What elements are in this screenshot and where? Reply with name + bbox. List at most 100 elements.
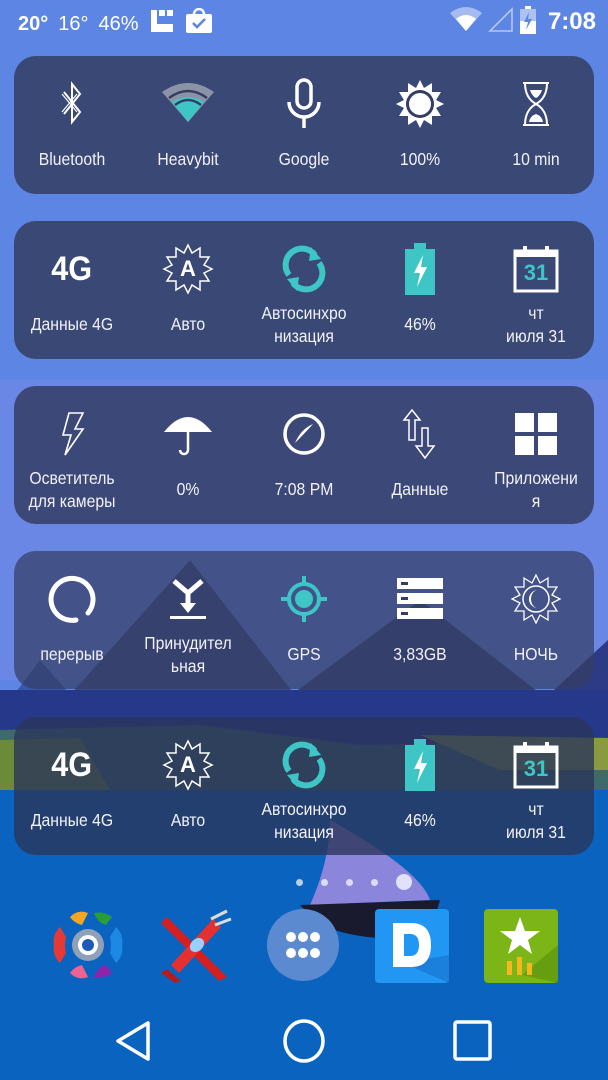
tile-gps[interactable]: GPS — [246, 551, 362, 689]
tile-label: Данные — [391, 479, 449, 499]
auto-brightness-icon: A — [158, 739, 218, 791]
launcher-notification-icon — [149, 8, 175, 40]
tile-label: 7:08 PM — [274, 479, 334, 499]
page-dot[interactable] — [321, 878, 328, 886]
tile-battery[interactable]: 46% — [362, 717, 478, 855]
tile-flashlight[interactable]: Осветитель для камеры — [14, 386, 130, 524]
tile-precipitation[interactable]: 0% — [130, 386, 246, 524]
tile-label: Осветитель для камеры — [28, 468, 116, 511]
tile-mobile-data[interactable]: 4G Данные 4G — [14, 717, 130, 855]
tile-break[interactable]: перерыв — [14, 551, 130, 689]
tile-label: Авто — [170, 314, 206, 334]
dictionary-d-app-icon[interactable] — [373, 905, 453, 985]
navigation-bar — [0, 1000, 608, 1080]
tile-screen-timeout[interactable]: 10 min — [478, 56, 594, 194]
zen-circle-icon — [42, 573, 102, 625]
page-dot[interactable] — [371, 878, 378, 886]
tile-data-usage[interactable]: Данные — [362, 386, 478, 524]
tile-auto-sync[interactable]: Автосинхро низация — [246, 717, 362, 855]
page-dot[interactable] — [296, 878, 303, 886]
tile-label: Приложени я — [494, 468, 578, 511]
4g-icon: 4G — [51, 249, 93, 288]
tile-label: Данные 4G — [30, 810, 114, 830]
current-temperature: 20° — [18, 12, 49, 35]
tile-label: чт июля 31 — [506, 303, 566, 346]
tile-calendar[interactable]: 31 чт июля 31 — [478, 717, 594, 855]
tile-label: Авто — [170, 810, 206, 830]
apps-grid-icon — [506, 408, 566, 460]
calendar-icon: 31 — [506, 739, 566, 791]
tile-night-mode[interactable]: НОЧЬ — [478, 551, 594, 689]
wifi-icon — [449, 7, 482, 37]
battery-charging-icon — [519, 6, 536, 38]
tile-auto-sync[interactable]: Автосинхро низация — [246, 221, 362, 359]
tile-label: 46% — [404, 314, 436, 334]
back-icon — [116, 1021, 150, 1061]
star-rating-app-icon[interactable] — [482, 905, 562, 985]
storage-icon — [390, 573, 450, 625]
tile-auto-brightness[interactable]: A Авто — [130, 221, 246, 359]
tile-label: Bluetooth — [38, 149, 106, 169]
calendar-icon: 31 — [506, 243, 566, 295]
recents-button[interactable] — [448, 1018, 498, 1064]
tile-voice-search[interactable]: Google — [246, 56, 362, 194]
quick-settings-panel-3: Осветитель для камеры 0% 7:08 PM Данные … — [14, 386, 594, 524]
color-hexagon-app-icon[interactable] — [48, 905, 128, 985]
bluetooth-icon — [42, 78, 102, 130]
tile-battery[interactable]: 46% — [362, 221, 478, 359]
force-merge-icon — [158, 573, 218, 625]
tile-force[interactable]: Принудител ьная — [130, 551, 246, 689]
tile-clock[interactable]: 7:08 PM — [246, 386, 362, 524]
page-indicator — [0, 873, 608, 891]
tile-brightness[interactable]: 100% — [362, 56, 478, 194]
tile-label: Автосинхро низация — [261, 799, 347, 842]
tile-label: GPS — [287, 644, 321, 664]
tile-label: перерыв — [40, 644, 104, 664]
page-dot[interactable] — [346, 878, 353, 886]
humidity: 46% — [98, 12, 139, 35]
home-icon — [283, 1019, 325, 1063]
tile-bluetooth[interactable]: Bluetooth — [14, 56, 130, 194]
tile-apps[interactable]: Приложени я — [478, 386, 594, 524]
clock: 7:08 — [547, 8, 596, 35]
low-temperature: 16° — [58, 12, 89, 35]
tile-mobile-data[interactable]: 4G Данные 4G — [14, 221, 130, 359]
app-drawer-icon[interactable] — [265, 905, 345, 985]
microphone-icon — [274, 78, 334, 130]
tile-storage[interactable]: 3,83GB — [362, 551, 478, 689]
tile-label: 46% — [404, 810, 436, 830]
back-button[interactable] — [110, 1018, 160, 1064]
tile-auto-brightness[interactable]: A Авто — [130, 717, 246, 855]
cell-signal-icon — [488, 7, 514, 37]
tile-label: 0% — [176, 479, 200, 499]
tile-label: Данные 4G — [30, 314, 114, 334]
tile-label: Принудител ьная — [144, 633, 232, 676]
status-bar: 20° 16° 46% 7:08 — [0, 0, 608, 44]
red-airplane-game-icon[interactable] — [157, 905, 237, 985]
auto-brightness-icon: A — [158, 243, 218, 295]
tile-label: Автосинхро низация — [261, 303, 347, 346]
quick-settings-panel-4: перерыв Принудител ьная GPS 3,83GB НОЧЬ — [14, 551, 594, 689]
data-transfer-icon — [390, 408, 450, 460]
tile-label: Heavybit — [157, 149, 219, 169]
4g-icon: 4G — [51, 745, 93, 784]
tile-label: 10 min — [512, 149, 560, 169]
page-dot-active[interactable] — [396, 874, 412, 890]
battery-icon — [390, 739, 450, 791]
umbrella-icon — [158, 408, 218, 460]
tile-label: НОЧЬ — [513, 644, 559, 664]
recents-icon — [453, 1020, 492, 1061]
wifi-icon — [158, 78, 218, 130]
night-mode-icon — [506, 573, 566, 625]
tile-calendar[interactable]: 31 чт июля 31 — [478, 221, 594, 359]
tile-label: 100% — [399, 149, 441, 169]
tile-label: 3,83GB — [393, 644, 447, 664]
tile-wifi[interactable]: Heavybit — [130, 56, 246, 194]
sync-icon — [274, 739, 334, 791]
tile-label: Google — [278, 149, 330, 169]
tile-label: чт июля 31 — [506, 799, 566, 842]
hourglass-icon — [506, 78, 566, 130]
brightness-icon — [390, 78, 450, 130]
quick-settings-panel-2: 4G Данные 4G A Авто Автосинхро низация 4… — [14, 221, 594, 359]
home-button[interactable] — [279, 1018, 329, 1064]
